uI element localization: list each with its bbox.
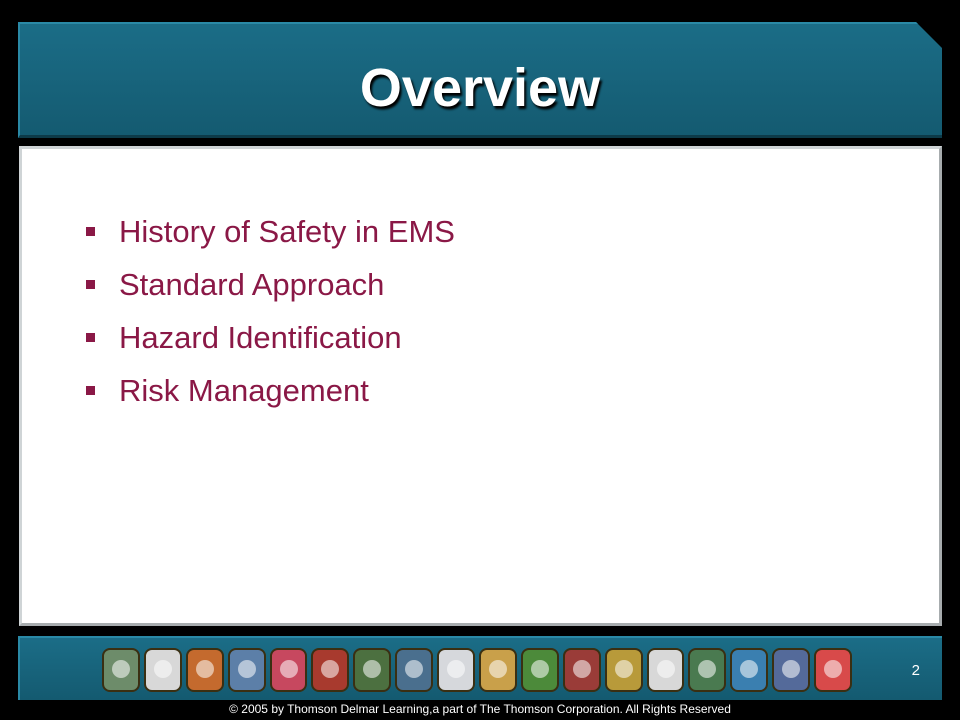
bullet-list: History of Safety in EMS Standard Approa… bbox=[86, 205, 455, 417]
square-bullet-icon bbox=[86, 280, 95, 289]
ems-patch-icon bbox=[269, 648, 308, 692]
ems-patch-icon bbox=[311, 648, 350, 692]
bullet-item: Risk Management bbox=[86, 364, 455, 417]
ems-patch-icon bbox=[730, 648, 769, 692]
ems-patch-icon bbox=[772, 648, 811, 692]
bullet-text: Risk Management bbox=[119, 372, 369, 408]
ems-patch-strip bbox=[102, 644, 853, 696]
footer-band: 2 bbox=[18, 636, 942, 700]
bullet-text: History of Safety in EMS bbox=[119, 213, 455, 249]
ems-patch-icon bbox=[646, 648, 685, 692]
bullet-item: History of Safety in EMS bbox=[86, 205, 455, 258]
ems-patch-icon bbox=[604, 648, 643, 692]
bullet-item: Hazard Identification bbox=[86, 311, 455, 364]
bullet-text: Hazard Identification bbox=[119, 319, 402, 355]
ems-patch-icon bbox=[437, 648, 476, 692]
bullet-item: Standard Approach bbox=[86, 258, 455, 311]
ems-patch-icon bbox=[185, 648, 224, 692]
page-number: 2 bbox=[911, 662, 920, 679]
ems-patch-icon bbox=[520, 648, 559, 692]
square-bullet-icon bbox=[86, 333, 95, 342]
ems-patch-icon bbox=[562, 648, 601, 692]
slide-title: Overview bbox=[359, 58, 601, 118]
bullet-text: Standard Approach bbox=[119, 266, 385, 302]
ems-patch-icon bbox=[102, 648, 140, 692]
square-bullet-icon bbox=[86, 227, 95, 236]
copyright-notice: © 2005 by Thomson Delmar Learning,a part… bbox=[229, 702, 731, 716]
ems-patch-icon bbox=[353, 648, 392, 692]
square-bullet-icon bbox=[86, 386, 95, 395]
ems-patch-icon bbox=[395, 648, 434, 692]
ems-patch-icon bbox=[814, 648, 853, 692]
content-panel: History of Safety in EMS Standard Approa… bbox=[19, 146, 942, 626]
ems-patch-icon bbox=[143, 648, 182, 692]
ems-patch-icon bbox=[688, 648, 727, 692]
ems-patch-icon bbox=[227, 648, 266, 692]
ems-patch-icon bbox=[479, 648, 517, 692]
